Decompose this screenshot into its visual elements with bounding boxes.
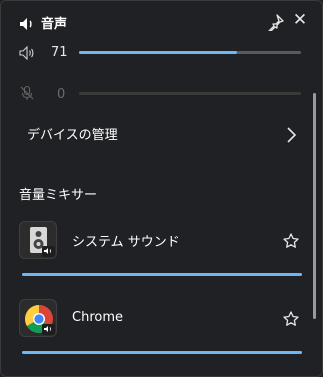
microphone-muted-icon[interactable] — [19, 85, 35, 101]
chrome-volume-slider[interactable] — [22, 351, 302, 354]
system-sounds-volume-slider[interactable] — [22, 273, 302, 276]
system-sounds-app-icon — [19, 221, 57, 259]
audio-flyout: 音声 ✕ 71 0 デバイスの管理 音量ミキサー システム サウンド Chrom… — [0, 0, 323, 377]
chrome-icon — [25, 305, 55, 335]
volume-icon[interactable] — [19, 46, 35, 60]
scrollbar[interactable] — [313, 93, 316, 319]
favorite-star-icon[interactable] — [282, 232, 300, 250]
chrome-app-icon — [19, 299, 57, 337]
system-sounds-icon — [30, 227, 55, 257]
volume-mixer-title: 音量ミキサー — [19, 188, 98, 203]
output-volume-slider[interactable] — [79, 51, 301, 54]
system-sounds-volume-fill — [22, 273, 302, 276]
microphone-volume-value: 0 — [57, 87, 66, 102]
chrome-volume-fill — [22, 351, 302, 354]
close-button[interactable]: ✕ — [291, 11, 309, 29]
panel-title: 音声 — [41, 17, 68, 32]
output-volume-value: 71 — [51, 45, 68, 60]
manage-devices-label: デバイスの管理 — [27, 128, 118, 143]
chevron-right-icon — [287, 127, 297, 143]
app-name-system-sounds: システム サウンド — [72, 235, 180, 250]
output-volume-fill — [79, 51, 237, 54]
favorite-star-icon[interactable] — [282, 310, 300, 328]
microphone-volume-slider — [79, 92, 301, 95]
app-name-chrome: Chrome — [72, 310, 123, 325]
speaker-icon — [20, 18, 32, 30]
pin-icon[interactable] — [267, 13, 285, 31]
